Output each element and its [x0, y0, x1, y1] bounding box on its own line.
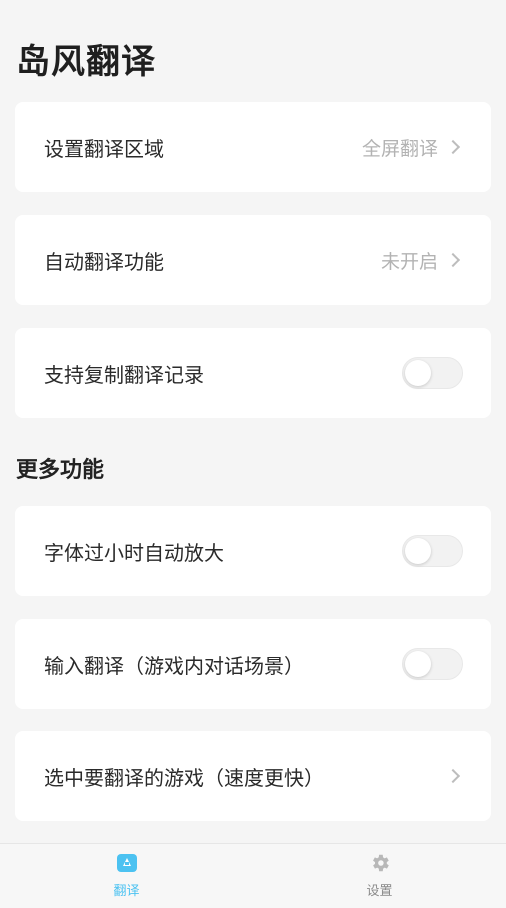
tab-settings-label: 设置	[366, 884, 393, 899]
auto-translate-value-group: 未开启	[381, 247, 462, 274]
select-game-value-group	[445, 768, 462, 784]
app-title: 岛风翻译	[16, 42, 156, 82]
input-translate-toggle[interactable]	[402, 648, 463, 680]
gear-icon	[369, 852, 391, 874]
auto-enlarge-row: 字体过小时自动放大	[15, 506, 491, 596]
auto-translate-value: 未开启	[380, 250, 438, 273]
select-game-label: 选中要翻译的游戏（速度更快）	[44, 765, 324, 790]
chevron-right-icon	[445, 768, 461, 784]
translation-area-row[interactable]: 设置翻译区域 全屏翻译	[15, 102, 491, 192]
tab-translate[interactable]: 翻译	[0, 844, 253, 908]
auto-enlarge-toggle[interactable]	[402, 535, 463, 567]
translation-area-label: 设置翻译区域	[44, 136, 164, 161]
chevron-right-icon	[445, 139, 461, 155]
toggle-knob	[405, 538, 431, 564]
translation-area-value-group: 全屏翻译	[362, 134, 462, 161]
auto-translate-label: 自动翻译功能	[44, 249, 164, 274]
tab-settings[interactable]: 设置	[253, 844, 506, 908]
copy-records-toggle[interactable]	[402, 357, 463, 389]
auto-enlarge-label: 字体过小时自动放大	[44, 540, 224, 565]
chevron-right-icon	[445, 252, 461, 268]
select-game-row[interactable]: 选中要翻译的游戏（速度更快）	[15, 731, 491, 821]
auto-translate-row[interactable]: 自动翻译功能 未开启	[15, 215, 491, 305]
translation-area-value: 全屏翻译	[361, 137, 438, 160]
copy-records-label: 支持复制翻译记录	[44, 362, 204, 387]
input-translate-row: 输入翻译（游戏内对话场景）	[15, 619, 491, 709]
bottom-tab-bar: 翻译 设置	[0, 843, 506, 908]
input-translate-label: 输入翻译（游戏内对话场景）	[44, 653, 304, 678]
translate-icon	[116, 852, 138, 874]
tab-translate-label: 翻译	[113, 884, 140, 899]
more-features-title: 更多功能	[16, 458, 105, 483]
toggle-knob	[405, 360, 431, 386]
copy-records-row: 支持复制翻译记录	[15, 328, 491, 418]
translate-page: 岛风翻译 设置翻译区域 全屏翻译 自动翻译功能 未开启 支持复制翻译记录 更多功…	[0, 0, 506, 908]
toggle-knob	[405, 651, 431, 677]
